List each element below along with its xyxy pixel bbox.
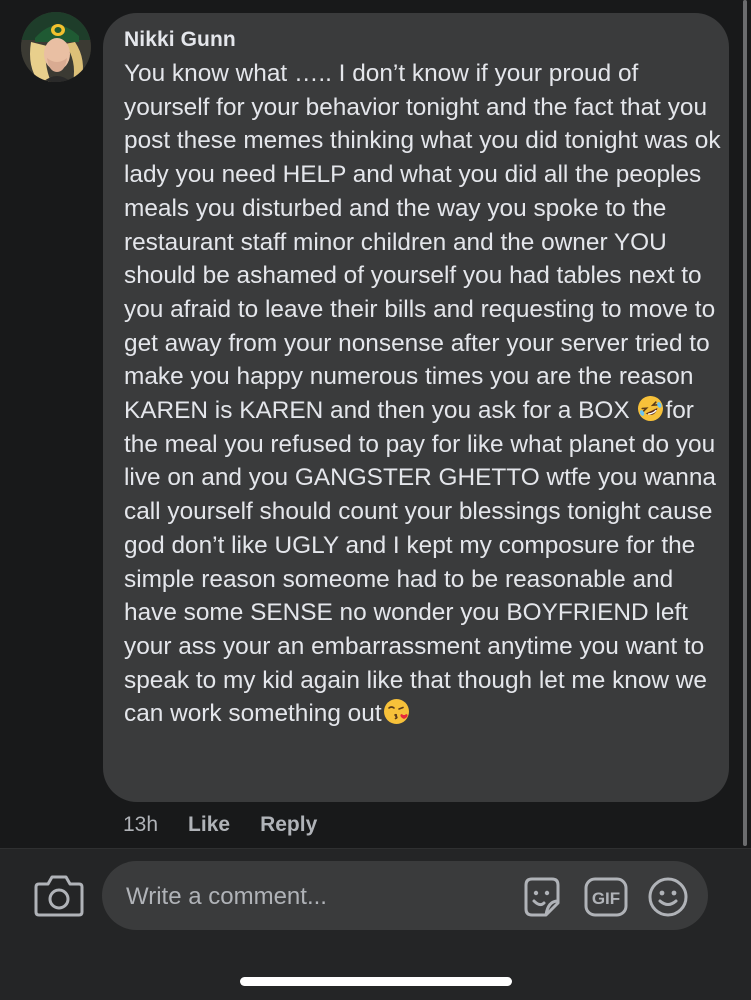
gif-button[interactable]: GIF xyxy=(584,875,628,919)
comment-text-part1: You know what ….. I don’t know if your p… xyxy=(124,60,728,425)
scrollbar-thumb[interactable] xyxy=(743,0,747,846)
comment-input-container[interactable]: GIF xyxy=(102,861,708,932)
face-blowing-a-kiss-emoji-icon xyxy=(383,698,410,725)
comment-input[interactable] xyxy=(124,861,508,932)
comment-text-part2: for the meal you refused to pay for like… xyxy=(124,397,723,728)
sticker-icon[interactable] xyxy=(520,875,564,919)
home-indicator[interactable] xyxy=(240,977,512,986)
smiley-icon[interactable] xyxy=(646,875,690,919)
gif-label: GIF xyxy=(592,889,620,908)
rolling-on-floor-laughing-emoji-icon xyxy=(637,395,664,422)
comment-composer: GIF xyxy=(0,848,751,1000)
comment-bubble[interactable]: Nikki Gunn You know what ….. I don’t kno… xyxy=(103,13,729,802)
avatar[interactable] xyxy=(21,12,91,82)
comment-timestamp[interactable]: 13h xyxy=(123,813,158,837)
avatar-photo xyxy=(21,12,91,82)
comment-author[interactable]: Nikki Gunn xyxy=(124,27,711,53)
camera-icon[interactable] xyxy=(34,872,84,918)
like-button[interactable]: Like xyxy=(188,813,230,837)
comment-actions: 13h Like Reply xyxy=(123,810,347,840)
comment-text: You know what ….. I don’t know if your p… xyxy=(124,57,724,731)
comment-thread-screen: Nikki Gunn You know what ….. I don’t kno… xyxy=(0,0,751,1000)
reply-button[interactable]: Reply xyxy=(260,813,317,837)
